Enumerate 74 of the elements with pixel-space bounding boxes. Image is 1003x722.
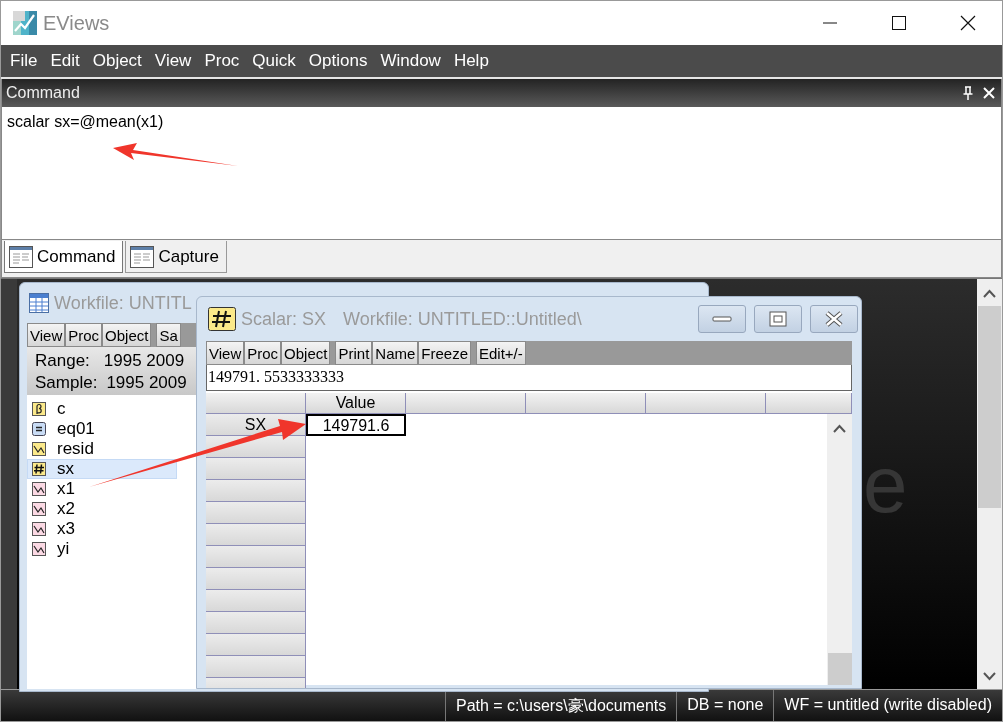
app-logo-icon xyxy=(13,11,37,35)
maximize-icon xyxy=(890,14,907,32)
minimize-button[interactable] xyxy=(698,305,746,333)
toolbar-button[interactable]: Freeze xyxy=(418,341,471,365)
series-icon xyxy=(32,442,46,456)
scroll-up-icon xyxy=(833,424,846,433)
tab[interactable]: Capture xyxy=(125,241,227,273)
toolbar-button[interactable]: Proc xyxy=(244,341,282,365)
column-header: Value xyxy=(306,393,406,414)
status-text: DB = none xyxy=(676,690,774,721)
menu-item[interactable]: Window xyxy=(375,51,446,71)
table-cell[interactable]: 149791.6 xyxy=(306,414,406,436)
workfile-path: Workfile: UNTITLED::Untitled\ xyxy=(343,308,582,330)
sample-value: 1995 2009 xyxy=(106,372,187,394)
series-icon xyxy=(32,482,46,496)
toolbar-button[interactable]: View xyxy=(27,323,66,347)
object-item[interactable]: sx xyxy=(27,459,177,479)
object-item[interactable]: resid xyxy=(27,439,177,459)
menu-item[interactable]: View xyxy=(149,51,197,71)
object-item[interactable]: x1 xyxy=(27,479,177,499)
menu-item[interactable]: Help xyxy=(448,51,494,71)
coef-icon xyxy=(32,402,46,416)
close-icon xyxy=(981,85,997,101)
toolbar-button[interactable]: Object xyxy=(102,323,152,347)
status-text: WF = untitled (write disabled) xyxy=(773,690,1002,721)
toolbar-button[interactable]: Sa xyxy=(156,323,181,347)
range-label: Range: xyxy=(35,350,90,372)
equation-icon xyxy=(32,422,46,436)
maximize-icon xyxy=(766,310,790,328)
toolbar-button[interactable]: View xyxy=(206,341,245,365)
menu-item[interactable]: Quick xyxy=(247,51,301,71)
value-field[interactable]: 149791. 5533333333 xyxy=(206,365,852,391)
close-icon xyxy=(959,14,976,32)
object-item[interactable]: eq01 xyxy=(27,419,177,439)
window-title: Workfile: UNTITL xyxy=(54,292,192,314)
object-item[interactable]: x3 xyxy=(27,519,177,539)
hash-icon xyxy=(208,307,236,331)
table-icon xyxy=(29,293,49,313)
object-item[interactable]: x2 xyxy=(27,499,177,519)
toolbar-button[interactable]: Edit+/- xyxy=(476,341,526,365)
hash-icon xyxy=(32,462,46,476)
sample-label: Sample: xyxy=(35,372,98,394)
toolbar-button[interactable]: Proc xyxy=(65,323,103,347)
scrollbar[interactable] xyxy=(977,279,1002,689)
series-icon xyxy=(32,522,46,536)
menu-item[interactable]: Options xyxy=(303,51,373,71)
minimize-icon xyxy=(821,22,838,24)
scroll-down-icon xyxy=(983,672,996,681)
pin-icon xyxy=(961,85,975,101)
toolbar-button[interactable]: Print xyxy=(335,341,373,365)
toolbar-button[interactable]: Name xyxy=(372,341,419,365)
pane-title: Command xyxy=(6,84,81,102)
document-icon xyxy=(130,245,155,268)
scrollbar-thumb[interactable] xyxy=(978,306,1001,508)
scrollbar-thumb[interactable] xyxy=(828,653,852,685)
menu-item[interactable]: Object xyxy=(87,51,147,71)
close-button[interactable] xyxy=(810,305,858,333)
maximize-button[interactable] xyxy=(754,305,802,333)
status-text: Path = c:\users\豪\documents xyxy=(444,690,677,721)
window-title: EViews xyxy=(43,11,110,35)
series-icon xyxy=(32,502,46,516)
window-title: Scalar: SX xyxy=(241,308,327,330)
range-value: 1995 2009 xyxy=(103,350,185,372)
document-icon xyxy=(9,245,33,268)
menu-item[interactable]: File xyxy=(5,51,43,71)
scrollbar[interactable] xyxy=(827,414,852,685)
toolbar-button[interactable]: Object xyxy=(281,341,331,365)
menu-item[interactable]: Edit xyxy=(45,51,85,71)
series-icon xyxy=(32,542,46,556)
menu-item[interactable]: Proc xyxy=(199,51,245,71)
tab[interactable]: Command xyxy=(4,241,124,273)
object-item[interactable]: c xyxy=(27,399,177,419)
object-item[interactable]: yi xyxy=(27,539,177,559)
scroll-up-icon xyxy=(983,289,996,298)
